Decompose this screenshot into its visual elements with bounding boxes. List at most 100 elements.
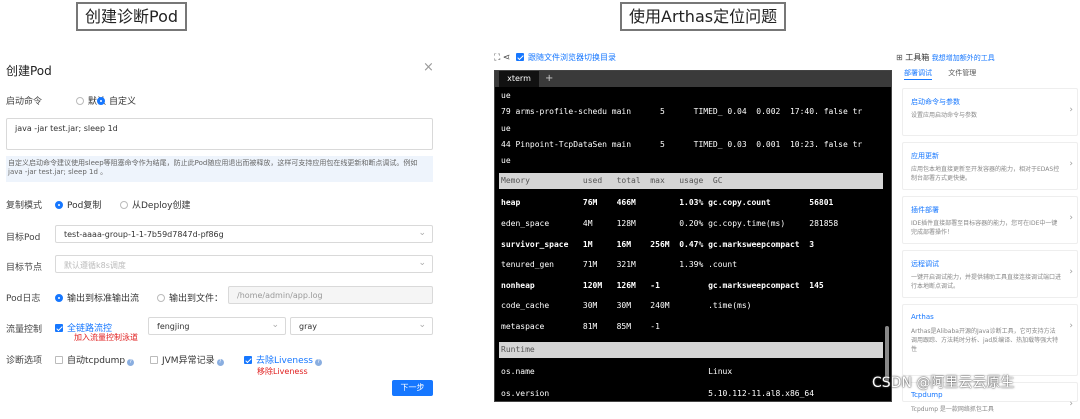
- copy-mode-label: 复制模式: [6, 201, 43, 211]
- tool-card-desc: 一键开启调试能力，并提供辅助工具直接连接调试端口进行本地断点调试。: [911, 274, 1062, 290]
- share-icon[interactable]: ⋖: [503, 53, 511, 63]
- terminal-line: ue: [501, 156, 511, 166]
- terminal-line: heap 76M 466M 1.03% gc.copy.count 56801: [501, 198, 834, 208]
- flow-control-label: 流量控制: [6, 325, 43, 335]
- add-tab-icon[interactable]: +: [545, 71, 553, 87]
- terminal-line: os.version 5.10.112-11.al8.x86_64: [501, 388, 815, 398]
- radio-custom[interactable]: 自定义: [97, 94, 136, 107]
- terminal-line: tenured_gen 71M 321M 1.39% .count: [501, 260, 738, 270]
- watermark: CSDN @阿里云云原生: [872, 375, 1015, 391]
- terminal[interactable]: xterm + ue 79 arms-profile-schedu main 5 …: [494, 70, 892, 419]
- terminal-line: 79 arms-profile-schedu main 5 TIMED_ 0.0…: [501, 107, 863, 117]
- jvm-exception-checkbox[interactable]: JVM异常记录?: [150, 353, 224, 366]
- caption-create-pod: 创建诊断Pod: [76, 2, 188, 31]
- help-icon[interactable]: ?: [315, 359, 322, 366]
- help-icon[interactable]: ?: [127, 359, 135, 366]
- radio-selected-icon: [55, 201, 63, 209]
- chevron-down-icon: ⌄: [271, 320, 279, 330]
- tab-deploy-debug[interactable]: 部署调试: [904, 69, 932, 80]
- terminal-toolbar: ⛶ ⋖ 跟随文件浏览器切换目录: [494, 52, 616, 63]
- tool-card[interactable]: 插件部署 IDE插件直接部署至目标容器的能力，您可在IDE中一键完成部署操作！ ›: [902, 196, 1078, 244]
- remove-liveness-label: 去除Liveness: [256, 356, 313, 366]
- radio-pod-copy[interactable]: Pod复制: [55, 198, 101, 211]
- checkbox-icon: [55, 356, 63, 364]
- tool-card[interactable]: 应用更新应用包本地直接更新至开发容器的能力，相对于EDAS控制台部署方式更快捷。…: [902, 142, 1078, 190]
- terminal-line: ue: [501, 91, 511, 100]
- radio-stdout-label: 输出到标准输出流: [67, 294, 140, 304]
- chevron-right-icon: ›: [1069, 399, 1073, 409]
- log-file-path-input[interactable]: /home/admin/app.log: [228, 286, 433, 304]
- flow-note: 加入流量控制泳道: [74, 333, 138, 342]
- tool-card[interactable]: 启动命令与参数设置应用启动命令与参数 ›: [902, 88, 1078, 136]
- chevron-right-icon: ›: [1069, 105, 1073, 115]
- remove-liveness-checkbox[interactable]: 去除Liveness?: [244, 353, 322, 366]
- dialog-title: 创建Pod: [6, 64, 52, 78]
- tcpdump-label: 自动tcpdump: [67, 356, 126, 366]
- radio-icon: [120, 201, 128, 209]
- terminal-line: java.version 1.8.0_191: [501, 409, 752, 419]
- terminal-line: 44 Pinpoint-TcpDataSen main 5 TIMED_ 0.0…: [501, 139, 863, 149]
- tool-card-title: Tcpdump: [911, 391, 943, 399]
- create-pod-dialog: 创建Pod × 启动命令 默认 自定义 java -jar test.jar; …: [0, 44, 445, 402]
- arthas-panel: ⛶ ⋖ 跟随文件浏览器切换目录 xterm + ue 79 arms-profil…: [488, 44, 1080, 419]
- radio-selected-icon: [55, 294, 63, 302]
- terminal-line: nonheap 120M 126M -1 gc.marksweepcompact…: [501, 280, 824, 290]
- tool-card-desc: 应用包本地直接更新至开发容器的能力，相对于EDAS控制台部署方式更快捷。: [911, 166, 1060, 182]
- radio-pod-copy-label: Pod复制: [67, 201, 102, 211]
- tool-card[interactable]: 远程调试 一键开启调试能力，并提供辅助工具直接连接调试端口进行本地断点调试。 ›: [902, 250, 1078, 298]
- follow-dir-checkbox[interactable]: [515, 53, 524, 61]
- tool-card-title: 应用更新: [911, 152, 939, 160]
- grid-icon: ⊞: [896, 53, 903, 62]
- radio-from-deploy-label: 从Deploy创建: [132, 201, 191, 211]
- checkbox-checked-icon: [244, 356, 252, 364]
- lane-select-2[interactable]: gray ⌄: [290, 317, 433, 335]
- startup-cmd-input[interactable]: java -jar test.jar; sleep 1d: [6, 118, 433, 150]
- radio-icon: [157, 294, 165, 302]
- startup-cmd-label: 启动命令: [6, 97, 43, 107]
- radio-icon: [76, 97, 84, 105]
- terminal-line: metaspace 81M 85M -1: [501, 321, 660, 331]
- help-icon[interactable]: ?: [216, 359, 224, 366]
- radio-to-file[interactable]: 输出到文件：: [157, 291, 223, 304]
- follow-dir-label: 跟随文件浏览器切换目录: [527, 53, 616, 62]
- chevron-right-icon: ›: [1069, 213, 1073, 223]
- close-icon[interactable]: ×: [423, 60, 434, 75]
- tool-card-title: 启动命令与参数: [911, 98, 960, 106]
- expand-icon[interactable]: ⛶: [494, 53, 500, 63]
- chevron-right-icon: ›: [1069, 321, 1073, 331]
- chevron-down-icon: ⌄: [418, 320, 426, 330]
- target-node-select[interactable]: 默认遵循k8s调度 ⌄: [55, 255, 433, 273]
- jvm-exception-label: JVM异常记录: [162, 356, 215, 366]
- lane-select-2-value: gray: [299, 322, 318, 331]
- add-tool-link[interactable]: 我想增加额外的工具: [932, 54, 995, 62]
- tab-xterm[interactable]: xterm: [499, 71, 539, 87]
- pod-log-label: Pod日志: [6, 294, 41, 304]
- tool-card-desc: IDE插件直接部署至目标容器的能力，您可在IDE中一键完成部署操作！: [911, 220, 1058, 236]
- tool-card-desc: 设置应用启动命令与参数: [911, 112, 978, 119]
- toolbox-title-text: 工具箱: [905, 53, 930, 62]
- checkbox-checked-icon: [55, 324, 63, 332]
- tcpdump-checkbox[interactable]: 自动tcpdump?: [55, 353, 135, 366]
- target-pod-label: 目标Pod: [6, 233, 41, 243]
- radio-custom-label: 自定义: [109, 97, 137, 107]
- radio-stdout[interactable]: 输出到标准输出流: [55, 291, 139, 304]
- terminal-header-bar: [499, 341, 883, 358]
- diag-options-label: 诊断选项: [6, 356, 43, 366]
- target-node-label: 目标节点: [6, 263, 43, 273]
- terminal-header: Memory used total max usage GC: [501, 175, 723, 185]
- terminal-line: code_cache 30M 30M 240M .time(ms): [501, 301, 752, 311]
- terminal-line: eden_space 4M 128M 0.20% gc.copy.time(ms…: [501, 218, 839, 228]
- chevron-right-icon: ›: [1069, 159, 1073, 169]
- chevron-down-icon: ⌄: [418, 228, 426, 238]
- lane-select-1[interactable]: fengjing ⌄: [148, 317, 286, 335]
- radio-selected-icon: [97, 97, 105, 105]
- next-button[interactable]: 下一步: [392, 380, 433, 396]
- tool-card-title: 远程调试: [911, 260, 939, 268]
- target-pod-value: test-aaaa-group-1-1-7b59d7847d-pf86g: [64, 230, 224, 239]
- target-pod-select[interactable]: test-aaaa-group-1-1-7b59d7847d-pf86g ⌄: [55, 225, 433, 243]
- tool-card[interactable]: Arthas Arthas是Alibaba开源的Java诊断工具，它可支持方法调用…: [902, 304, 1078, 376]
- radio-from-deploy[interactable]: 从Deploy创建: [120, 198, 191, 211]
- toolbox-title: ⊞ 工具箱 我想增加额外的工具: [896, 52, 995, 63]
- tab-file-manage[interactable]: 文件管理: [948, 69, 976, 77]
- tool-card-title: Arthas: [911, 313, 934, 321]
